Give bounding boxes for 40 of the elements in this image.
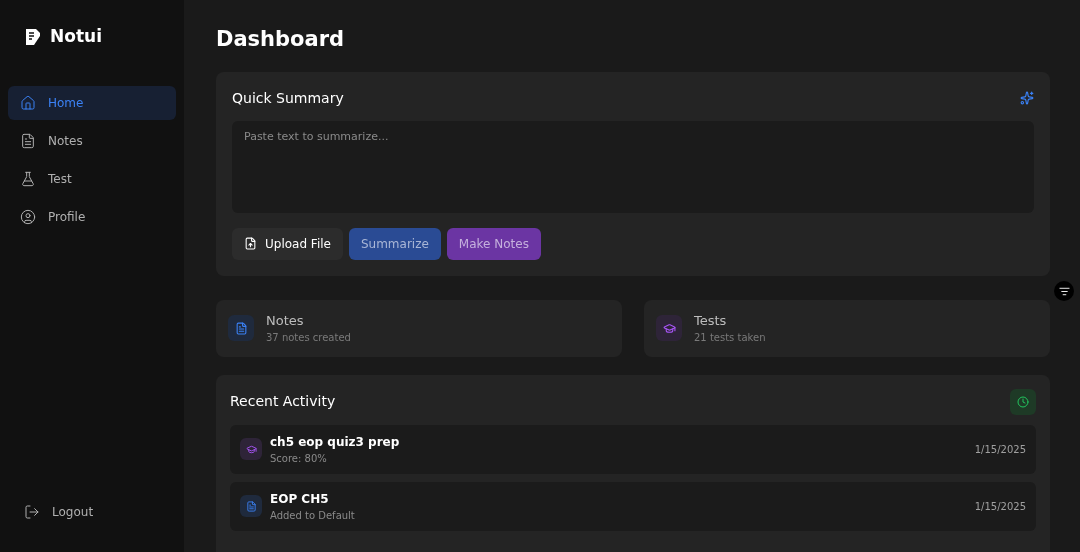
- nav-item[interactable]: Test: [8, 161, 176, 196]
- document-icon: [240, 495, 262, 517]
- activity-row[interactable]: ch5 eop quiz3 prep Score: 80% 1/15/2025: [230, 424, 1036, 474]
- logout-icon: [24, 504, 40, 520]
- make-notes-button[interactable]: Make Notes: [446, 227, 541, 260]
- activity-date: 1/15/2025: [974, 442, 1026, 457]
- flask-icon: [20, 170, 36, 187]
- nav-item[interactable]: Notes: [8, 123, 176, 158]
- document-icon: [20, 132, 36, 149]
- page-title: Dashboard: [216, 26, 346, 53]
- home-icon: [20, 94, 36, 111]
- activity-title: EOP CH5: [270, 490, 330, 508]
- file-upload-icon: [244, 237, 257, 250]
- document-icon: [228, 315, 254, 341]
- stat-title: Tests: [694, 311, 728, 330]
- activity-date: 1/15/2025: [974, 499, 1026, 514]
- logout-button[interactable]: Logout: [8, 496, 176, 528]
- summarize-button[interactable]: Summarize: [348, 227, 441, 260]
- clock-icon: [1010, 388, 1036, 415]
- logo-icon: [24, 27, 42, 46]
- filter-list-button[interactable]: [1054, 281, 1074, 301]
- stat-subtitle: 21 tests taken: [694, 331, 766, 346]
- nav-item[interactable]: Profile: [8, 199, 176, 234]
- graduation-cap-icon: [240, 438, 262, 460]
- nav-item[interactable]: Home: [8, 85, 176, 120]
- activity-subtitle: Added to Default: [270, 508, 356, 523]
- stat-subtitle: 37 notes created: [266, 331, 351, 346]
- brand-name: Notui: [50, 25, 102, 48]
- activity-title: ch5 eop quiz3 prep: [270, 433, 401, 451]
- stat-title: Notes: [266, 311, 305, 330]
- card-title: Recent Activity: [230, 392, 336, 411]
- graduation-cap-icon: [656, 315, 682, 341]
- filter-icon: [1058, 285, 1070, 297]
- user-icon: [20, 208, 36, 225]
- summary-text-field[interactable]: Paste text to summarize...: [232, 120, 1034, 213]
- activity-subtitle: Score: 80%: [270, 451, 328, 466]
- activity-row[interactable]: EOP CH5 Added to Default 1/15/2025: [230, 481, 1036, 531]
- card-title: Quick Summary: [232, 88, 344, 108]
- upload-button[interactable]: Upload File: [232, 227, 343, 260]
- sparkles-icon: [1020, 91, 1034, 105]
